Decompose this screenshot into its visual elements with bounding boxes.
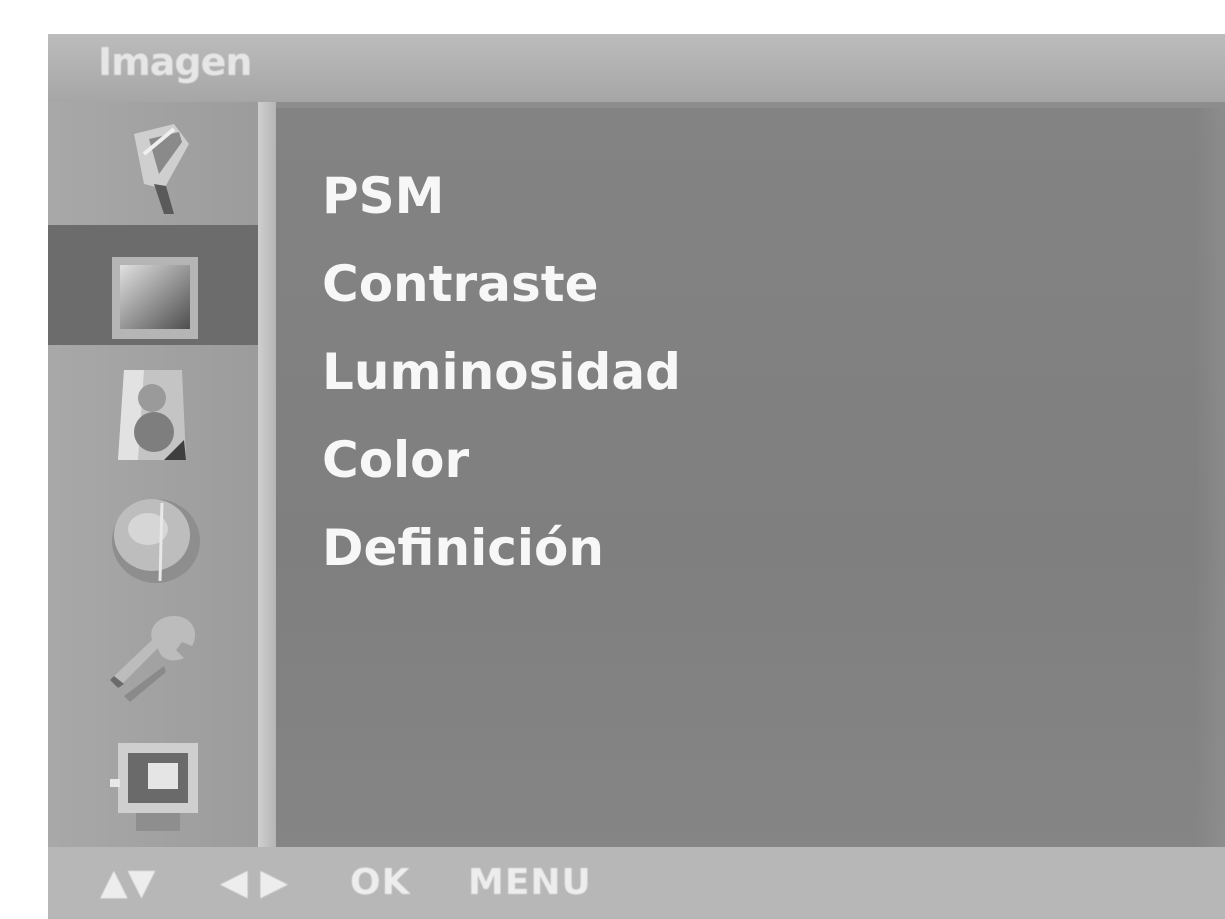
sidebar-item-time[interactable]: [48, 471, 258, 591]
leftright-arrows-icon: ◀ ▶: [220, 862, 288, 903]
sidebar-item-picture[interactable]: [48, 225, 258, 345]
menu-hint: MENU: [468, 862, 592, 903]
sidebar-item-sound[interactable]: [48, 348, 258, 468]
sidebar: [48, 102, 258, 847]
sidebar-divider: [258, 102, 276, 847]
clock-icon: [112, 499, 200, 583]
menu-item-sharpness[interactable]: Definición: [322, 518, 604, 578]
wrench-icon: [110, 616, 196, 702]
satellite-dish-icon: [134, 124, 189, 214]
menu-item-color[interactable]: Color: [322, 430, 469, 490]
picture-icon: [112, 257, 198, 339]
menu-item-psm[interactable]: PSM: [322, 166, 444, 226]
ok-hint: OK: [350, 862, 411, 903]
speaker-icon: [118, 370, 186, 460]
sidebar-item-station[interactable]: [48, 102, 258, 222]
menu-title: Imagen: [98, 40, 252, 84]
picture-menu-panel: PSM Contraste Luminosidad Color Definici…: [276, 108, 1225, 847]
updown-arrows-icon: ▲▼: [100, 862, 156, 903]
sidebar-item-options[interactable]: [48, 594, 258, 714]
sidebar-item-screen[interactable]: [48, 717, 258, 837]
osd-menu-window: Imagen PSM Contraste Luminosidad Color D…: [48, 34, 1225, 919]
menu-item-contrast[interactable]: Contraste: [322, 254, 599, 314]
title-bar: Imagen: [48, 34, 1225, 102]
monitor-icon: [110, 743, 198, 831]
menu-item-brightness[interactable]: Luminosidad: [322, 342, 681, 402]
footer-hint-bar: ▲▼ ◀ ▶ OK MENU: [48, 847, 1225, 919]
